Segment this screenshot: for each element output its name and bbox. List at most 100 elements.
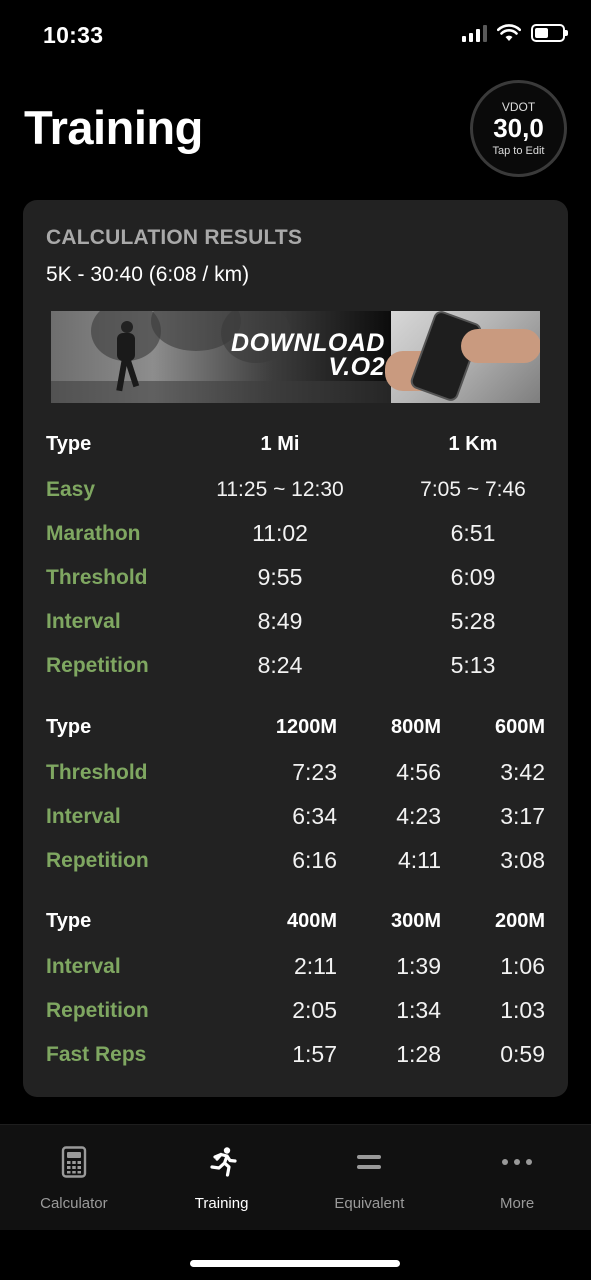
row-value: 5:28 [450, 608, 496, 634]
runner-icon [206, 1145, 238, 1179]
header-type: Type [46, 433, 92, 455]
row-value: 1:06 [500, 953, 545, 979]
header-type: Type [46, 910, 92, 932]
row-value: 6:51 [450, 520, 496, 546]
row-value: 1:39 [396, 953, 441, 979]
tab-label: Calculator [40, 1195, 108, 1212]
row-type: Threshold [46, 761, 148, 784]
tab-training[interactable]: Training [148, 1125, 296, 1230]
equals-icon [356, 1145, 382, 1179]
row-value: 4:23 [396, 803, 441, 829]
results-card: CALCULATION RESULTS 5K - 30:40 (6:08 / k… [23, 200, 568, 1097]
row-value: 11:25 ~ 12:30 [216, 478, 344, 501]
row-value: 2:05 [292, 997, 337, 1023]
pace-table-mile-km: Type 1 Mi 1 Km Easy 11:25 ~ 12:30 7:05 ~… [46, 421, 546, 688]
row-value: 6:16 [292, 847, 337, 873]
race-summary: 5K - 30:40 (6:08 / km) [46, 263, 250, 286]
header-type: Type [46, 716, 92, 738]
row-value: 3:42 [500, 759, 545, 785]
header-200m: 200M [494, 910, 545, 932]
cellular-signal-icon [462, 24, 487, 42]
table-row: Threshold 7:23 4:56 3:42 [46, 751, 546, 795]
calculator-icon [61, 1145, 87, 1179]
tab-calculator[interactable]: Calculator [0, 1125, 148, 1230]
banner-runner-image: DOWNLOAD V.O2 [51, 311, 391, 403]
tab-label: More [500, 1195, 535, 1212]
vdot-label: VDOT [501, 100, 536, 115]
row-value: 3:17 [500, 803, 545, 829]
row-type: Fast Reps [46, 1043, 147, 1066]
table-row: Threshold 9:55 6:09 [46, 556, 546, 600]
tab-more[interactable]: More [443, 1125, 591, 1230]
home-indicator[interactable] [190, 1260, 400, 1267]
header-400m: 400M [286, 910, 337, 932]
header-800m: 800M [390, 716, 441, 738]
row-value: 6:34 [292, 803, 337, 829]
row-type: Easy [46, 478, 96, 501]
tab-label: Equivalent [334, 1195, 405, 1212]
table-header-row: Type 1200M 800M 600M [46, 704, 546, 748]
row-value: 9:55 [257, 564, 303, 590]
table-row: Easy 11:25 ~ 12:30 7:05 ~ 7:46 [46, 468, 546, 512]
table-header-row: Type 400M 300M 200M [46, 898, 546, 942]
download-banner[interactable]: DOWNLOAD V.O2 [51, 311, 540, 403]
table-row: Repetition 8:24 5:13 [46, 644, 546, 688]
tab-bar: Calculator Training Equivalent More [0, 1124, 591, 1230]
row-type: Interval [46, 805, 121, 828]
status-time: 10:33 [43, 22, 104, 48]
vdot-hint: Tap to Edit [492, 144, 545, 157]
status-icons [462, 24, 568, 42]
tab-label: Training [194, 1195, 249, 1212]
row-value: 4:56 [396, 759, 441, 785]
row-type: Interval [46, 610, 121, 633]
banner-text: DOWNLOAD V.O2 [231, 329, 385, 381]
row-value: 1:03 [500, 997, 545, 1023]
header-300m: 300M [390, 910, 441, 932]
row-value: 8:49 [257, 608, 303, 634]
row-value: 2:11 [293, 953, 337, 979]
row-type: Repetition [46, 849, 149, 872]
row-value: 1:28 [396, 1041, 441, 1067]
page-title: Training [24, 101, 203, 154]
header-1200m: 1200M [275, 716, 337, 738]
header-1mi: 1 Mi [260, 433, 300, 455]
battery-icon [531, 24, 568, 42]
row-value: 3:08 [500, 847, 545, 873]
banner-line1: DOWNLOAD [231, 329, 385, 357]
row-value: 7:05 ~ 7:46 [420, 478, 526, 501]
row-type: Repetition [46, 654, 149, 677]
row-type: Interval [46, 955, 121, 978]
table-row: Fast Reps 1:57 1:28 0:59 [46, 1033, 546, 1077]
more-dots-icon [501, 1145, 533, 1179]
table-row: Repetition 2:05 1:34 1:03 [46, 989, 546, 1033]
row-type: Marathon [46, 522, 141, 545]
card-heading: CALCULATION RESULTS [46, 226, 303, 249]
row-value: 4:11 [397, 847, 441, 873]
tab-equivalent[interactable]: Equivalent [296, 1125, 444, 1230]
row-type: Repetition [46, 999, 149, 1022]
row-value: 11:02 [252, 520, 308, 546]
table-row: Repetition 6:16 4:11 3:08 [46, 839, 546, 883]
row-value: 1:57 [292, 1041, 337, 1067]
row-value: 0:59 [500, 1041, 545, 1067]
pace-table-1200-800-600: Type 1200M 800M 600M Threshold 7:23 4:56… [46, 704, 546, 883]
row-value: 8:24 [257, 652, 303, 678]
row-value: 6:09 [450, 564, 496, 590]
header-1km: 1 Km [448, 433, 498, 455]
table-row: Interval 8:49 5:28 [46, 600, 546, 644]
row-value: 1:34 [396, 997, 441, 1023]
app-screen: 10:33 Training VDOT 30,0 Tap to Edit CAL… [0, 0, 591, 1280]
header-600m: 600M [494, 716, 545, 738]
vdot-edit-button[interactable]: VDOT 30,0 Tap to Edit [470, 80, 567, 177]
wifi-icon [497, 24, 521, 41]
pace-table-400-300-200: Type 400M 300M 200M Interval 2:11 1:39 1… [46, 898, 546, 1077]
row-value: 7:23 [292, 759, 337, 785]
banner-phone-image [385, 311, 540, 403]
table-header-row: Type 1 Mi 1 Km [46, 421, 546, 465]
table-row: Interval 6:34 4:23 3:17 [46, 795, 546, 839]
vdot-value: 30,0 [493, 113, 544, 144]
row-value: 5:13 [450, 652, 496, 678]
banner-line2: V.O2 [328, 353, 385, 381]
table-row: Marathon 11:02 6:51 [46, 512, 546, 556]
row-type: Threshold [46, 566, 148, 589]
